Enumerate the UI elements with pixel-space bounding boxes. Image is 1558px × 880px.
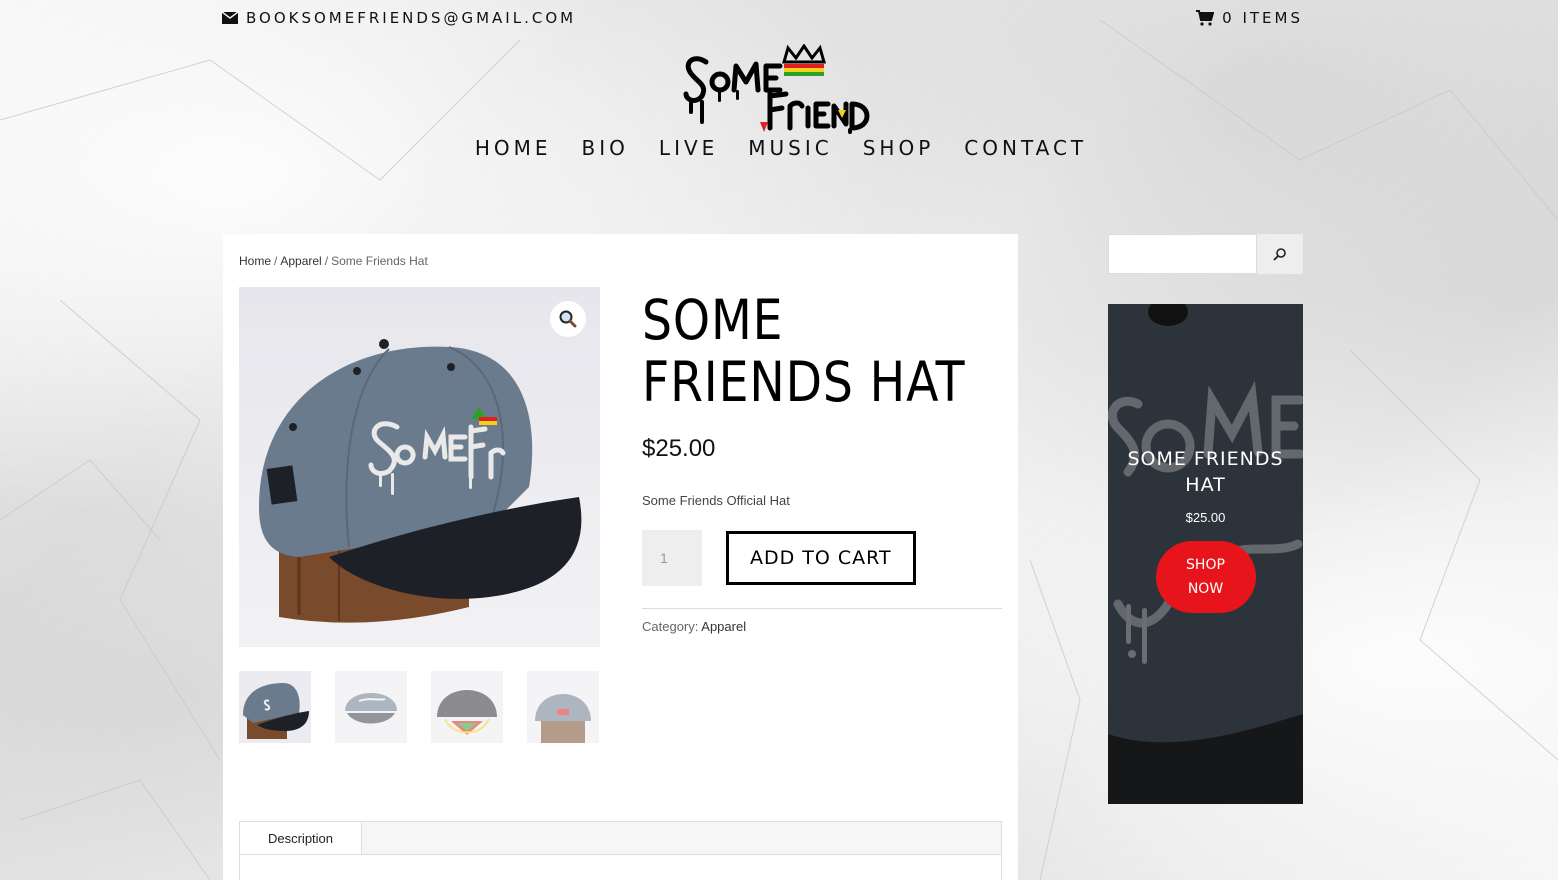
- cap-photo: [259, 339, 582, 623]
- search-input[interactable]: [1108, 234, 1257, 274]
- email-text: BOOKSOMEFRIENDS@GMAIL.COM: [246, 9, 577, 27]
- cart-count: 0 ITEMS: [1222, 9, 1303, 27]
- quantity-input[interactable]: [642, 530, 702, 586]
- product-meta: Category: Apparel: [642, 619, 1002, 634]
- main-nav: HOME BIO LIVE MUSIC SHOP CONTACT: [0, 136, 1558, 160]
- magnifier-icon: [559, 310, 577, 328]
- some-friends-logo: [683, 43, 870, 134]
- product-tabs: Description: [239, 821, 1002, 880]
- thumbnail-3[interactable]: [431, 671, 503, 743]
- promo-content: SOME FRIENDS HAT $25.00 SHOP NOW: [1108, 446, 1303, 613]
- add-to-cart-button[interactable]: ADD TO CART: [726, 531, 916, 585]
- site-logo[interactable]: [680, 43, 876, 136]
- product-main-image[interactable]: [239, 287, 600, 647]
- nav-home[interactable]: HOME: [471, 136, 552, 160]
- nav-contact[interactable]: CONTACT: [960, 136, 1087, 160]
- email-link[interactable]: BOOKSOMEFRIENDS@GMAIL.COM: [222, 9, 576, 27]
- tab-panel-description: [240, 854, 1001, 880]
- thumbnail-1[interactable]: [239, 671, 311, 743]
- sidebar-search: [1108, 234, 1303, 274]
- promo-banner[interactable]: SOME FRIENDS HAT $25.00 SHOP NOW: [1108, 304, 1303, 804]
- promo-price: $25.00: [1185, 510, 1226, 525]
- thumbnail-2[interactable]: [335, 671, 407, 743]
- cart-link[interactable]: 0 ITEMS: [1196, 9, 1303, 27]
- product-card: Home / Apparel / Some Friends Hat SOME F…: [223, 234, 1018, 880]
- category-link[interactable]: Apparel: [701, 619, 746, 634]
- product-summary: SOME FRIENDS HAT $25.00 Some Friends Off…: [642, 289, 1002, 634]
- nav-bio[interactable]: BIO: [578, 136, 629, 160]
- breadcrumb: Home / Apparel / Some Friends Hat: [239, 254, 428, 268]
- breadcrumb-separator: /: [324, 254, 329, 268]
- nav-shop[interactable]: SHOP: [859, 136, 935, 160]
- zoom-button[interactable]: [550, 301, 586, 337]
- product-thumbnails: [239, 671, 599, 743]
- category-label: Category:: [642, 619, 699, 634]
- search-button[interactable]: [1257, 234, 1303, 274]
- breadcrumb-category[interactable]: Apparel: [280, 254, 321, 268]
- promo-title: SOME FRIENDS HAT: [1127, 448, 1284, 496]
- shop-now-button[interactable]: SHOP NOW: [1155, 541, 1256, 613]
- nav-music[interactable]: MUSIC: [744, 136, 832, 160]
- tab-description[interactable]: Description: [240, 822, 362, 854]
- breadcrumb-separator: /: [274, 254, 278, 268]
- add-to-cart-form: ADD TO CART: [642, 530, 1002, 586]
- cart-icon: [1196, 10, 1215, 26]
- thumbnail-4[interactable]: [527, 671, 599, 743]
- search-icon: [1273, 248, 1286, 261]
- nav-live[interactable]: LIVE: [655, 136, 718, 160]
- mail-icon: [222, 12, 238, 24]
- product-price: $25.00: [642, 435, 716, 462]
- summary-divider: [642, 608, 1002, 609]
- breadcrumb-current: Some Friends Hat: [331, 254, 428, 268]
- product-title: SOME FRIENDS HAT: [642, 288, 966, 414]
- breadcrumb-home[interactable]: Home: [239, 254, 271, 268]
- product-short-description: Some Friends Official Hat: [642, 493, 790, 508]
